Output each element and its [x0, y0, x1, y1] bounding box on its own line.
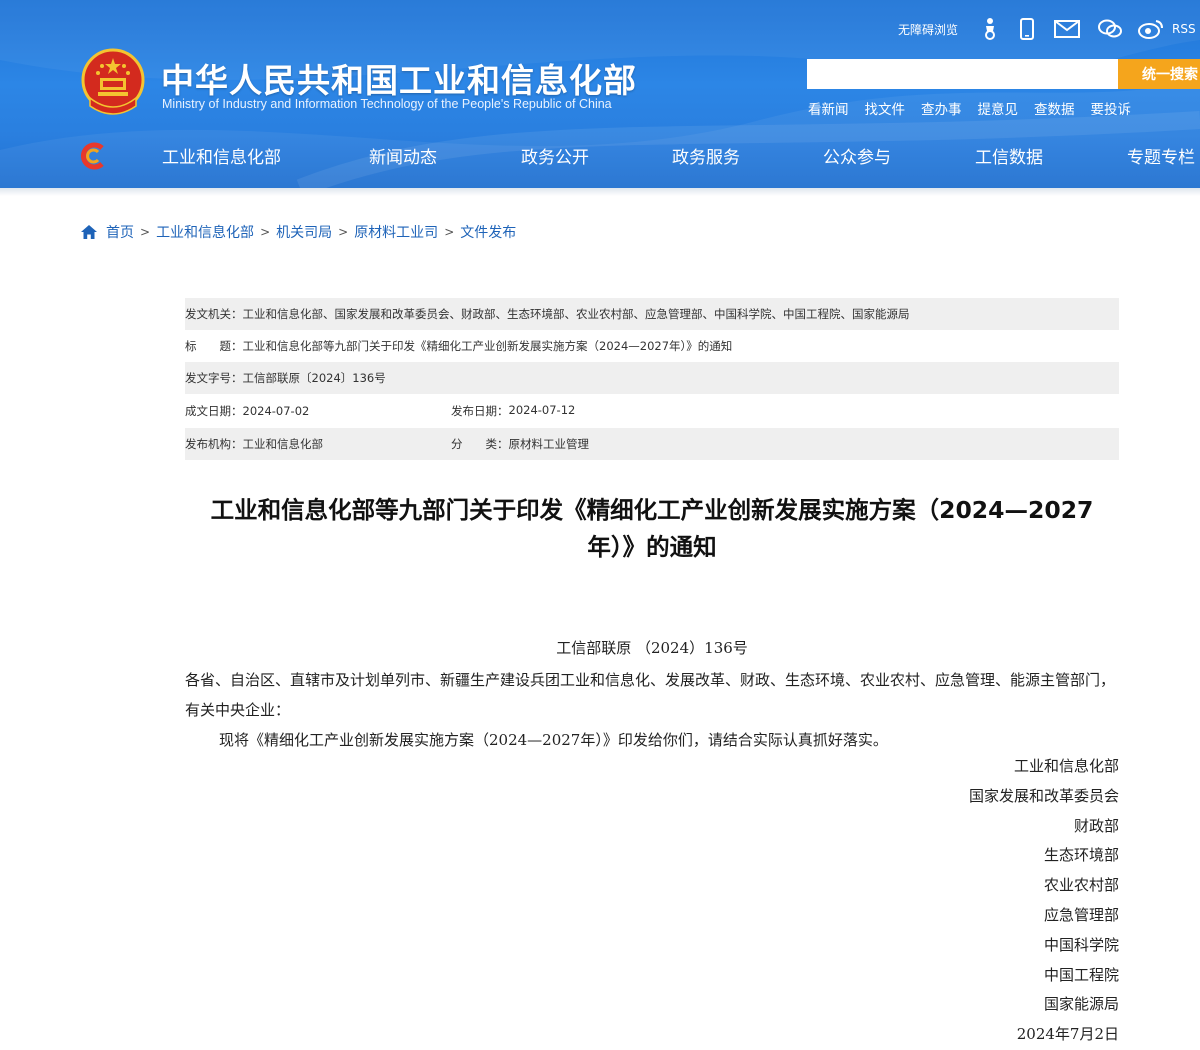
signer: 工业和信息化部	[1013, 757, 1119, 775]
article-body: 各省、自治区、直辖市及计划单列市、新疆生产建设兵团工业和信息化、发展改革、财政、…	[185, 665, 1119, 755]
meta-title-value: 工业和信息化部等九部门关于印发《精细化工产业创新发展实施方案（2024—2027…	[242, 339, 733, 353]
meta-category-label: 分 类：	[451, 437, 509, 451]
quick-link-services[interactable]: 查办事	[921, 98, 962, 118]
breadcrumb-separator: >	[444, 225, 455, 239]
meta-issuer-label: 发文机关：	[185, 307, 243, 321]
signer: 财政部	[1073, 816, 1119, 835]
signatory-list: 工业和信息化部 国家发展和改革委员会 财政部 生态环境部 农业农村部 应急管理部…	[185, 752, 1119, 1050]
meta-row-issuer: 发文机关： 工业和信息化部、国家发展和改革委员会、财政部、生态环境部、农业农村部…	[185, 298, 1119, 330]
quick-links: 看新闻 找文件 查办事 提意见 查数据 要投诉	[808, 98, 1147, 118]
meta-category-value: 原材料工业管理	[508, 437, 590, 451]
meta-row-dates: 成文日期： 2024-07-02 发布日期： 2024-07-12	[185, 394, 1119, 428]
meta-published-label: 发布日期：	[451, 404, 509, 418]
meta-org-label: 发布机构：	[185, 437, 243, 451]
weibo-icon[interactable]	[1137, 14, 1165, 44]
meta-docno-label: 发文字号：	[185, 371, 243, 385]
site-title: 中华人民共和国工业和信息化部	[161, 61, 637, 100]
signer: 中国工程院	[1043, 965, 1119, 984]
nav-item-topics[interactable]: 专题专栏	[1127, 143, 1195, 168]
breadcrumb-home[interactable]: 首页	[106, 222, 134, 242]
meta-published-value: 2024-07-12	[508, 403, 576, 417]
meta-created-label: 成文日期：	[185, 404, 243, 418]
nav-item-public[interactable]: 公众参与	[823, 143, 891, 168]
header-shadow	[0, 188, 1200, 196]
document-number: 工信部联原 （2024）136号	[556, 639, 748, 657]
search-button[interactable]: 统一搜索	[1118, 59, 1200, 89]
ministry-logo-icon[interactable]	[80, 142, 108, 170]
breadcrumb-raw-materials[interactable]: 原材料工业司	[354, 222, 438, 242]
breadcrumb-departments[interactable]: 机关司局	[276, 222, 332, 242]
meta-org-value: 工业和信息化部	[242, 437, 324, 451]
breadcrumb: 首页 > 工业和信息化部 > 机关司局 > 原材料工业司 > 文件发布	[80, 222, 516, 242]
signer: 中国科学院	[1043, 935, 1119, 954]
mail-icon[interactable]	[1053, 14, 1081, 44]
meta-row-org: 发布机构： 工业和信息化部 分 类： 原材料工业管理	[185, 428, 1119, 460]
document-meta-table: 发文机关： 工业和信息化部、国家发展和改革委员会、财政部、生态环境部、农业农村部…	[185, 298, 1119, 460]
meta-created-value: 2024-07-02	[242, 404, 310, 418]
quick-link-news[interactable]: 看新闻	[808, 98, 849, 118]
article-title: 工业和信息化部等九部门关于印发《精细化工产业创新发展实施方案（2024—2027…	[185, 492, 1119, 566]
accessible-browse-link[interactable]: 无障碍浏览	[893, 14, 963, 44]
rss-label: RSS	[1172, 22, 1196, 36]
breadcrumb-separator: >	[338, 225, 349, 239]
signer: 国家能源局	[1043, 995, 1119, 1014]
national-emblem-icon	[81, 48, 145, 115]
signing-date: 2024年7月2日	[1016, 1025, 1119, 1044]
main-paragraph: 现将《精细化工产业创新发展实施方案（2024—2027年）》印发给你们，请结合实…	[219, 731, 888, 749]
search-input[interactable]	[807, 59, 1120, 89]
meta-docno-value: 工信部联原〔2024〕136号	[242, 371, 386, 385]
nav-item-gov-services[interactable]: 政务服务	[672, 143, 740, 168]
home-icon[interactable]	[80, 224, 98, 240]
nav-item-news[interactable]: 新闻动态	[369, 143, 437, 168]
signer: 国家发展和改革委员会	[968, 786, 1119, 805]
site-subtitle: Ministry of Industry and Information Tec…	[162, 97, 612, 111]
mobile-icon[interactable]	[1016, 14, 1038, 44]
signer: 生态环境部	[1043, 846, 1119, 865]
quick-link-files[interactable]: 找文件	[865, 98, 906, 118]
nav-item-data[interactable]: 工信数据	[975, 143, 1043, 168]
rss-link[interactable]: RSS	[1172, 14, 1200, 44]
meta-published-cell: 发布日期： 2024-07-12	[451, 403, 575, 419]
signer: 应急管理部	[1043, 905, 1119, 924]
meta-title-label: 标 题：	[185, 339, 243, 353]
meta-row-docno: 发文字号： 工信部联原〔2024〕136号	[185, 362, 1119, 394]
breadcrumb-separator: >	[260, 225, 271, 239]
article-title-line1: 工业和信息化部等九部门关于印发《精细化工产业创新发展实施方案（2024—2027	[210, 496, 1094, 524]
nav-item-ministry[interactable]: 工业和信息化部	[162, 143, 281, 168]
quick-link-feedback[interactable]: 提意见	[978, 98, 1019, 118]
meta-row-title: 标 题： 工业和信息化部等九部门关于印发《精细化工产业创新发展实施方案（2024…	[185, 330, 1119, 362]
meta-category-cell: 分 类： 原材料工业管理	[451, 436, 589, 452]
article-title-line2: 年）》的通知	[587, 533, 717, 561]
site-header: 中华人民共和国工业和信息化部 Ministry of Industry and …	[0, 0, 1200, 188]
quick-link-complaint[interactable]: 要投诉	[1091, 98, 1132, 118]
breadcrumb-file-release[interactable]: 文件发布	[460, 222, 516, 242]
quick-link-data[interactable]: 查数据	[1034, 98, 1075, 118]
wechat-icon[interactable]	[1097, 14, 1123, 44]
signer: 农业农村部	[1043, 876, 1119, 895]
meta-issuer-value: 工业和信息化部、国家发展和改革委员会、财政部、生态环境部、农业农村部、应急管理部…	[242, 307, 910, 321]
nav-item-gov-info[interactable]: 政务公开	[521, 143, 589, 168]
accessible-browse-label: 无障碍浏览	[897, 22, 958, 37]
wheelchair-icon[interactable]	[978, 14, 1002, 44]
salutation-paragraph: 各省、自治区、直辖市及计划单列市、新疆生产建设兵团工业和信息化、发展改革、财政、…	[185, 671, 1116, 719]
breadcrumb-separator: >	[140, 225, 151, 239]
breadcrumb-ministry[interactable]: 工业和信息化部	[156, 222, 254, 242]
